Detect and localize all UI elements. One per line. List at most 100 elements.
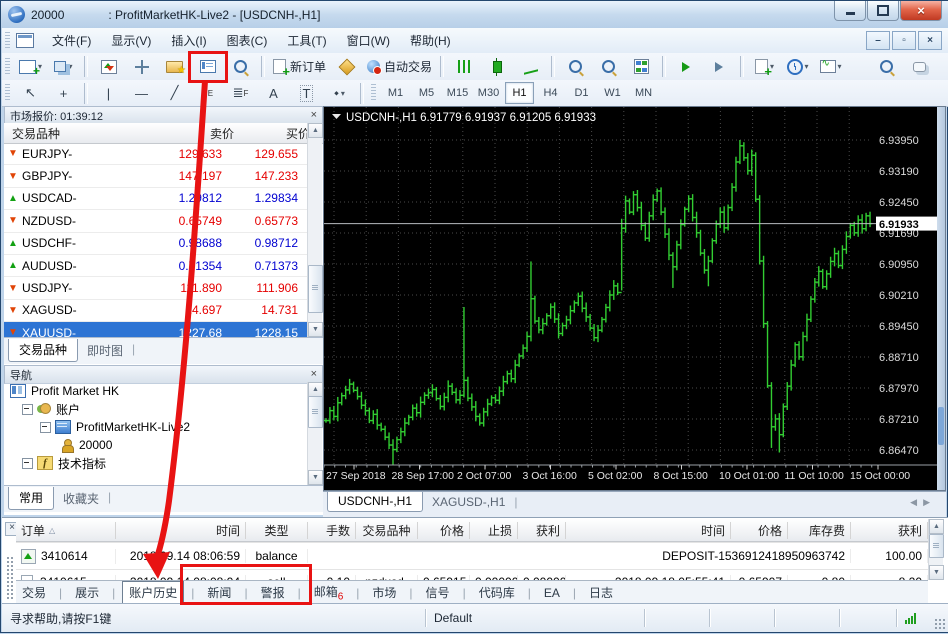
symbol-row-usdchf[interactable]: ▲USDCHF-0.986880.98712 xyxy=(4,233,307,255)
vertical-line-button[interactable]: | xyxy=(93,81,124,106)
tile-windows-button[interactable] xyxy=(626,54,657,79)
new-chart-button[interactable]: ▾ xyxy=(15,54,46,79)
text-label-button[interactable]: T xyxy=(291,81,322,106)
profiles-button[interactable]: ▾ xyxy=(48,54,79,79)
navigator-button[interactable] xyxy=(159,54,190,79)
scroll-down-icon[interactable]: ▼ xyxy=(308,322,323,337)
trendline-button[interactable]: ╱ xyxy=(159,81,190,106)
scrollbar-thumb[interactable] xyxy=(929,534,944,558)
menu-charts[interactable]: 图表(C) xyxy=(217,29,278,52)
bar-chart-button[interactable] xyxy=(449,54,480,79)
timeframe-m5[interactable]: M5 xyxy=(412,82,441,104)
candlestick-button[interactable] xyxy=(482,54,513,79)
menu-file[interactable]: 文件(F) xyxy=(42,29,101,52)
tab-scroll-right-icon[interactable]: ▶ xyxy=(923,497,936,507)
zoom-out-button[interactable] xyxy=(593,54,624,79)
menu-insert[interactable]: 插入(I) xyxy=(161,29,216,52)
symbol-row-nzdusd[interactable]: ▼NZDUSD-0.657490.65773 xyxy=(4,210,307,232)
mdi-restore-button[interactable]: ▫ xyxy=(892,31,916,50)
chart-shift-button[interactable] xyxy=(704,54,735,79)
mdi-close-button[interactable]: × xyxy=(918,31,942,50)
tab-journal[interactable]: 日志 xyxy=(583,582,619,603)
market-watch-button[interactable] xyxy=(93,54,124,79)
balance-row[interactable]: 3410614 2018.09.14 08:06:59 balance DEPO… xyxy=(16,542,928,569)
tree-item-broker-root[interactable]: Profit Market HK xyxy=(4,382,307,400)
status-profile[interactable]: Default xyxy=(426,611,644,625)
timeframe-d1[interactable]: D1 xyxy=(567,82,596,104)
collapse-icon[interactable] xyxy=(22,404,33,415)
chart-tab-xagusd[interactable]: XAGUSD-,H1 xyxy=(423,492,514,512)
timeframe-h4[interactable]: H4 xyxy=(536,82,565,104)
chat-button[interactable] xyxy=(904,54,935,79)
resize-grip[interactable] xyxy=(934,618,946,630)
toolbar-grip[interactable] xyxy=(371,84,376,102)
close-icon[interactable]: × xyxy=(311,110,317,121)
periods-button[interactable]: ▾ xyxy=(782,54,813,79)
auto-scroll-button[interactable] xyxy=(671,54,702,79)
scroll-down-icon[interactable]: ▼ xyxy=(308,470,323,485)
terminal-scrollbar[interactable]: ▲ ▼ xyxy=(928,519,943,580)
collapse-icon[interactable] xyxy=(22,458,33,469)
symbol-row-usdcad[interactable]: ▲USDCAD-1.298121.29834 xyxy=(4,188,307,210)
timeframe-mn[interactable]: MN xyxy=(629,82,658,104)
tab-market[interactable]: 市场 xyxy=(366,582,402,603)
scroll-up-icon[interactable]: ▲ xyxy=(308,382,323,397)
metaeditor-button[interactable] xyxy=(331,54,362,79)
indicators-button[interactable]: ▾ xyxy=(749,54,780,79)
scrollbar-thumb[interactable] xyxy=(308,396,323,428)
symbol-row-eurjpy[interactable]: ▼EURJPY-129.633129.655 xyxy=(4,143,307,165)
cursor-button[interactable]: ↖ xyxy=(15,81,46,106)
collapse-icon[interactable] xyxy=(40,422,51,433)
strategy-tester-button[interactable] xyxy=(225,54,256,79)
fibonacci-button[interactable]: ≣F xyxy=(225,81,256,106)
restore-button[interactable] xyxy=(867,1,899,21)
symbol-row-audusd[interactable]: ▲AUDUSD-0.713540.71373 xyxy=(4,255,307,277)
menu-help[interactable]: 帮助(H) xyxy=(400,29,461,52)
toolbar-grip[interactable] xyxy=(5,58,10,76)
templates-button[interactable]: ▾ xyxy=(815,54,846,79)
scroll-up-icon[interactable]: ▲ xyxy=(308,123,323,138)
panel-grip[interactable] xyxy=(6,556,15,600)
timeframe-m30[interactable]: M30 xyxy=(474,82,503,104)
toolbar-grip[interactable] xyxy=(5,84,10,102)
tab-code-base[interactable]: 代码库 xyxy=(473,582,521,603)
menu-tools[interactable]: 工具(T) xyxy=(277,29,336,52)
chart-scrollbar[interactable] xyxy=(937,107,945,490)
symbol-row-xagusd[interactable]: ▼XAGUSD-14.69714.731 xyxy=(4,300,307,322)
tab-scroll-left-icon[interactable]: ◀ xyxy=(910,497,923,507)
history-row[interactable]: 3410615 2018.09.14 08:08:04 sell 0.10 nz… xyxy=(16,569,928,580)
menu-view[interactable]: 显示(V) xyxy=(101,29,161,52)
symbol-row-usdjpy[interactable]: ▼USDJPY-111.890111.906 xyxy=(4,277,307,299)
tab-favorites[interactable]: 收藏夹 xyxy=(54,487,108,510)
price-chart[interactable]: 6.939506.931906.924506.916906.909506.902… xyxy=(324,107,937,490)
navigator-scrollbar[interactable]: ▲ ▼ xyxy=(307,382,322,485)
scroll-up-icon[interactable]: ▲ xyxy=(929,519,944,534)
timeframe-h1[interactable]: H1 xyxy=(505,82,534,104)
channel-button[interactable]: ⫽E xyxy=(192,81,223,106)
crosshair-button[interactable]: + xyxy=(48,81,79,106)
close-button[interactable]: × xyxy=(900,1,942,21)
symbol-search-button[interactable] xyxy=(871,54,902,79)
tab-account-history[interactable]: 账户历史 xyxy=(122,581,184,604)
scrollbar-thumb[interactable] xyxy=(308,265,323,313)
tab-trade[interactable]: 交易 xyxy=(16,582,52,603)
text-button[interactable]: A xyxy=(258,81,289,106)
tab-mailbox[interactable]: 邮箱6 xyxy=(308,581,350,604)
tab-common[interactable]: 常用 xyxy=(8,487,54,510)
data-window-button[interactable] xyxy=(126,54,157,79)
tab-tick-chart[interactable]: 即时图 xyxy=(78,339,132,362)
timeframe-m1[interactable]: M1 xyxy=(381,82,410,104)
minimize-button[interactable] xyxy=(834,1,866,21)
tree-item-account[interactable]: 20000 xyxy=(4,436,307,454)
tab-signals[interactable]: 信号 xyxy=(420,582,456,603)
timeframe-m15[interactable]: M15 xyxy=(443,82,472,104)
timeframe-w1[interactable]: W1 xyxy=(598,82,627,104)
toolbar-grip[interactable] xyxy=(5,32,10,50)
autotrading-button[interactable]: 自动交易 xyxy=(364,54,435,79)
market-watch-scrollbar[interactable]: ▲ ▼ xyxy=(307,123,322,337)
symbol-row-gbpjpy[interactable]: ▼GBPJPY-147.197147.233 xyxy=(4,165,307,187)
close-icon[interactable]: × xyxy=(311,369,317,380)
shapes-button[interactable]: ⬩▾ xyxy=(324,81,355,106)
scrollbar-thumb[interactable] xyxy=(938,407,944,445)
scroll-down-icon[interactable]: ▼ xyxy=(929,565,944,580)
